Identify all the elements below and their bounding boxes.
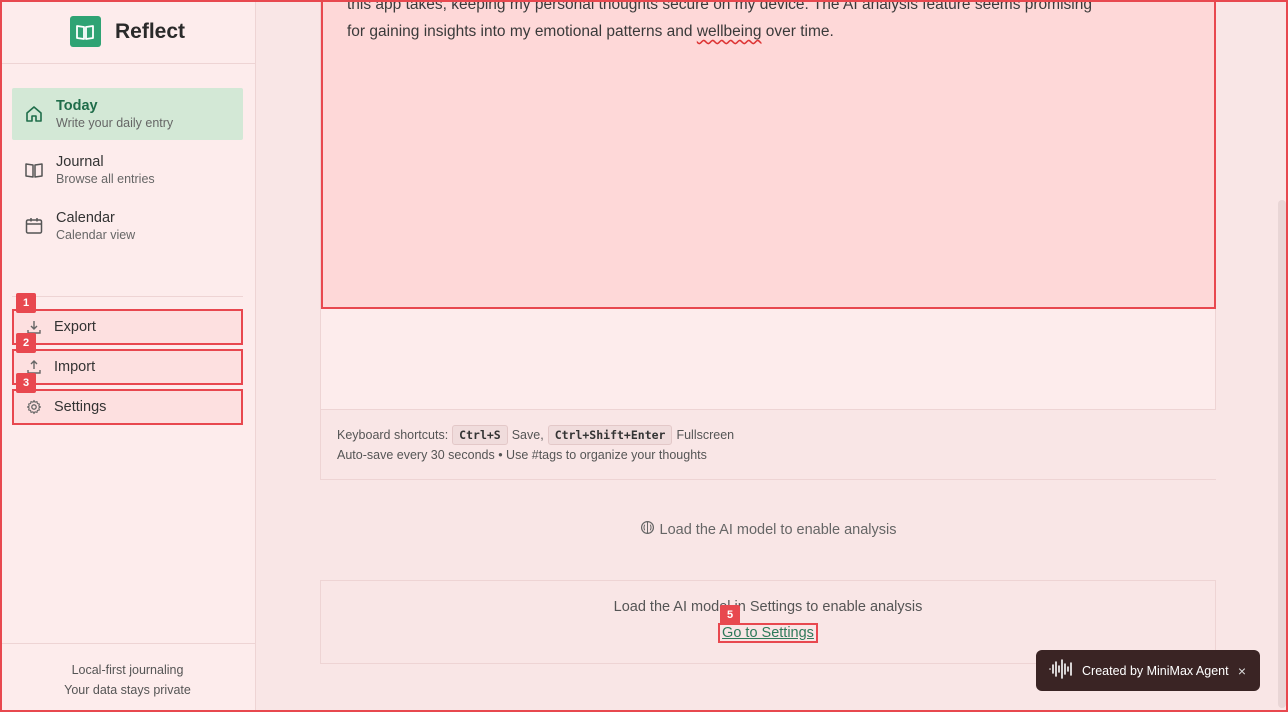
shortcuts-prefix: Keyboard shortcuts: [337, 428, 449, 442]
go-to-settings-link[interactable]: 5 Go to Settings [718, 605, 818, 643]
nav-label: Today [56, 98, 98, 114]
main-nav: Today Write your daily entry Journal Bro… [0, 64, 255, 252]
nav-label: Calendar [56, 210, 115, 226]
entry-text-line: for gaining insights into my emotional p… [347, 18, 1190, 45]
fullscreen-key: Ctrl+Shift+Enter [547, 425, 673, 445]
calendar-icon [24, 216, 44, 236]
export-button[interactable]: 1 Export [12, 293, 243, 345]
annotation-badge: 1 [16, 293, 36, 313]
tool-label: Settings [54, 399, 107, 415]
book-icon [24, 160, 44, 180]
nav-item-calendar[interactable]: Calendar Calendar view [12, 200, 243, 252]
nav-item-journal[interactable]: Journal Browse all entries [12, 144, 243, 196]
import-button[interactable]: 2 Import [12, 333, 243, 385]
fullscreen-key-label: Fullscreen [676, 428, 735, 442]
save-key-label: Save, [511, 428, 544, 442]
entry-text-line: this app takes, keeping my personal thou… [347, 0, 1092, 13]
nav-sublabel: Write your daily entry [56, 116, 174, 130]
editor-card: this app takes, keeping my personal thou… [320, 0, 1216, 480]
tool-label: Import [54, 359, 96, 375]
nav-sublabel: Browse all entries [56, 172, 155, 186]
nav-label: Journal [56, 154, 104, 170]
nav-sublabel: Calendar view [56, 228, 136, 242]
brain-icon [640, 520, 655, 539]
ai-hint-text: Load the AI model to enable analysis [659, 521, 897, 538]
footer-line: Local-first journaling [71, 663, 184, 677]
ai-card-text: Load the AI model in Settings to enable … [613, 599, 923, 615]
settings-button[interactable]: 3 Settings [12, 373, 243, 425]
footer-line: Your data stays private [64, 683, 191, 697]
home-icon [24, 104, 44, 124]
annotation-badge: 3 [16, 373, 36, 393]
gear-icon [26, 399, 42, 415]
autosave-note: Auto-save every 30 seconds • Use #tags t… [337, 448, 707, 462]
keyboard-shortcuts: Keyboard shortcuts: Ctrl+S Save, Ctrl+Sh… [321, 409, 1216, 479]
link-label: Go to Settings [722, 625, 814, 641]
brand-name: Reflect [114, 19, 186, 43]
tool-label: Export [54, 319, 96, 335]
toast-text: Created by MiniMax Agent [1082, 663, 1229, 678]
waveform-icon [1048, 658, 1074, 683]
nav-item-today[interactable]: Today Write your daily entry [12, 88, 243, 140]
close-icon[interactable]: × [1238, 663, 1246, 679]
sidebar-divider [12, 296, 243, 297]
sidebar-footer: Local-first journaling Your data stays p… [0, 643, 255, 712]
sidebar: Reflect Today Write your daily entry Jou… [0, 0, 256, 712]
annotation-badge: 2 [16, 333, 36, 353]
brand[interactable]: Reflect [0, 0, 255, 64]
book-open-icon [69, 16, 101, 47]
save-key: Ctrl+S [452, 425, 508, 445]
journal-entry-textarea[interactable]: this app takes, keeping my personal thou… [321, 0, 1216, 309]
spellcheck-word: wellbeing [696, 23, 762, 40]
scrollbar[interactable] [1278, 200, 1286, 708]
entry-text: for gaining insights into my emotional p… [347, 23, 697, 40]
annotation-badge: 5 [720, 605, 741, 625]
sidebar-tools: 1 Export 2 Import 3 Settings [12, 293, 243, 429]
entry-text: over time. [761, 23, 834, 40]
minimax-toast: Created by MiniMax Agent × [1036, 650, 1260, 691]
ai-hint: Load the AI model to enable analysis [320, 520, 1216, 539]
